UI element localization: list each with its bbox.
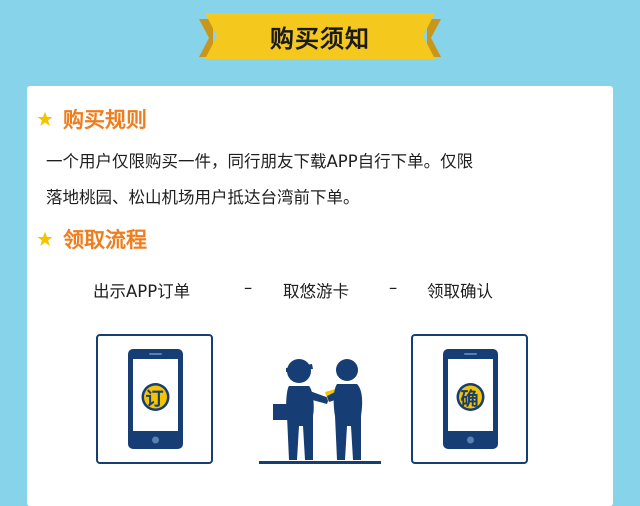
order-char: 订 xyxy=(145,389,164,410)
rules-line-1: 一个用户仅限购买一件，同行朋友下载APP自行下单。仅限 xyxy=(46,152,474,171)
rules-title: 购买规则 xyxy=(63,108,147,132)
info-card: 购买规则 一个用户仅限购买一件，同行朋友下载APP自行下单。仅限 落地桃园、松山… xyxy=(27,86,613,506)
step-separator: – xyxy=(389,278,398,297)
handover-people-icon xyxy=(259,359,381,464)
process-steps: 出示APP订单 – 取悠游卡 – 领取确认 xyxy=(27,278,613,304)
confirm-char: 确 xyxy=(460,389,479,410)
star-icon xyxy=(37,111,53,126)
step-3: 领取确认 xyxy=(427,282,493,301)
page-title: 购买须知 xyxy=(270,25,370,53)
rules-line-2: 落地桃园、松山机场用户抵达台湾前下单。 xyxy=(46,188,360,207)
process-title: 领取流程 xyxy=(63,228,147,252)
star-icon xyxy=(37,231,53,246)
header-banner: 购买须知 xyxy=(199,11,441,63)
rules-section-header: 购买规则 xyxy=(37,104,147,134)
step-separator: – xyxy=(244,278,253,297)
rules-text: 一个用户仅限购买一件，同行朋友下载APP自行下单。仅限 落地桃园、松山机场用户抵… xyxy=(46,144,598,216)
order-phone-box: 订 xyxy=(96,334,213,464)
confirm-phone-box: 确 xyxy=(411,334,528,464)
step-1: 出示APP订单 xyxy=(93,282,191,301)
step-2: 取悠游卡 xyxy=(283,282,349,301)
process-section-header: 领取流程 xyxy=(37,224,147,254)
